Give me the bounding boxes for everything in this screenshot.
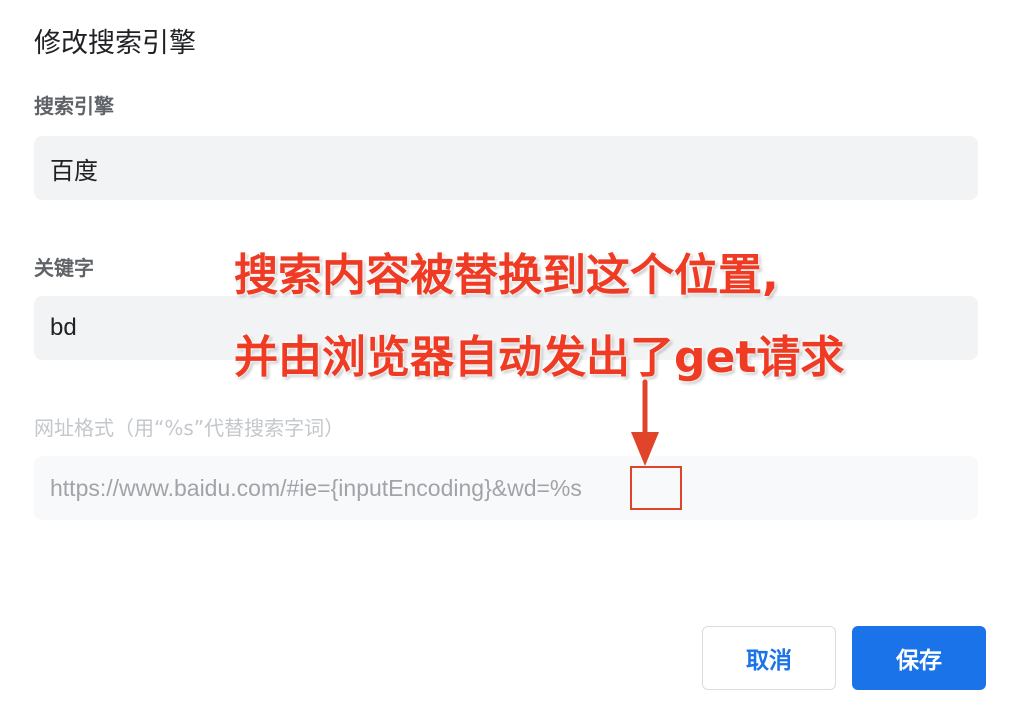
annotation-line-1: 搜索内容被替换到这个位置, [234,250,779,301]
url-format-label: 网址格式（用“%s”代替搜索字词） [34,416,345,440]
url-format-input [50,474,962,502]
cancel-button[interactable]: 取消 [702,626,836,690]
keyword-label: 关键字 [34,256,94,280]
url-format-field [34,456,978,520]
dialog-title: 修改搜索引擎 [34,28,196,59]
search-engine-input[interactable] [50,154,962,182]
search-engine-label: 搜索引擎 [34,94,114,118]
annotation-line-2: 并由浏览器自动发出了get请求 [234,332,845,383]
placeholder-highlight-box [630,466,682,510]
search-engine-field[interactable] [34,136,978,200]
save-button[interactable]: 保存 [852,626,986,690]
annotation-arrow-icon [631,379,659,466]
